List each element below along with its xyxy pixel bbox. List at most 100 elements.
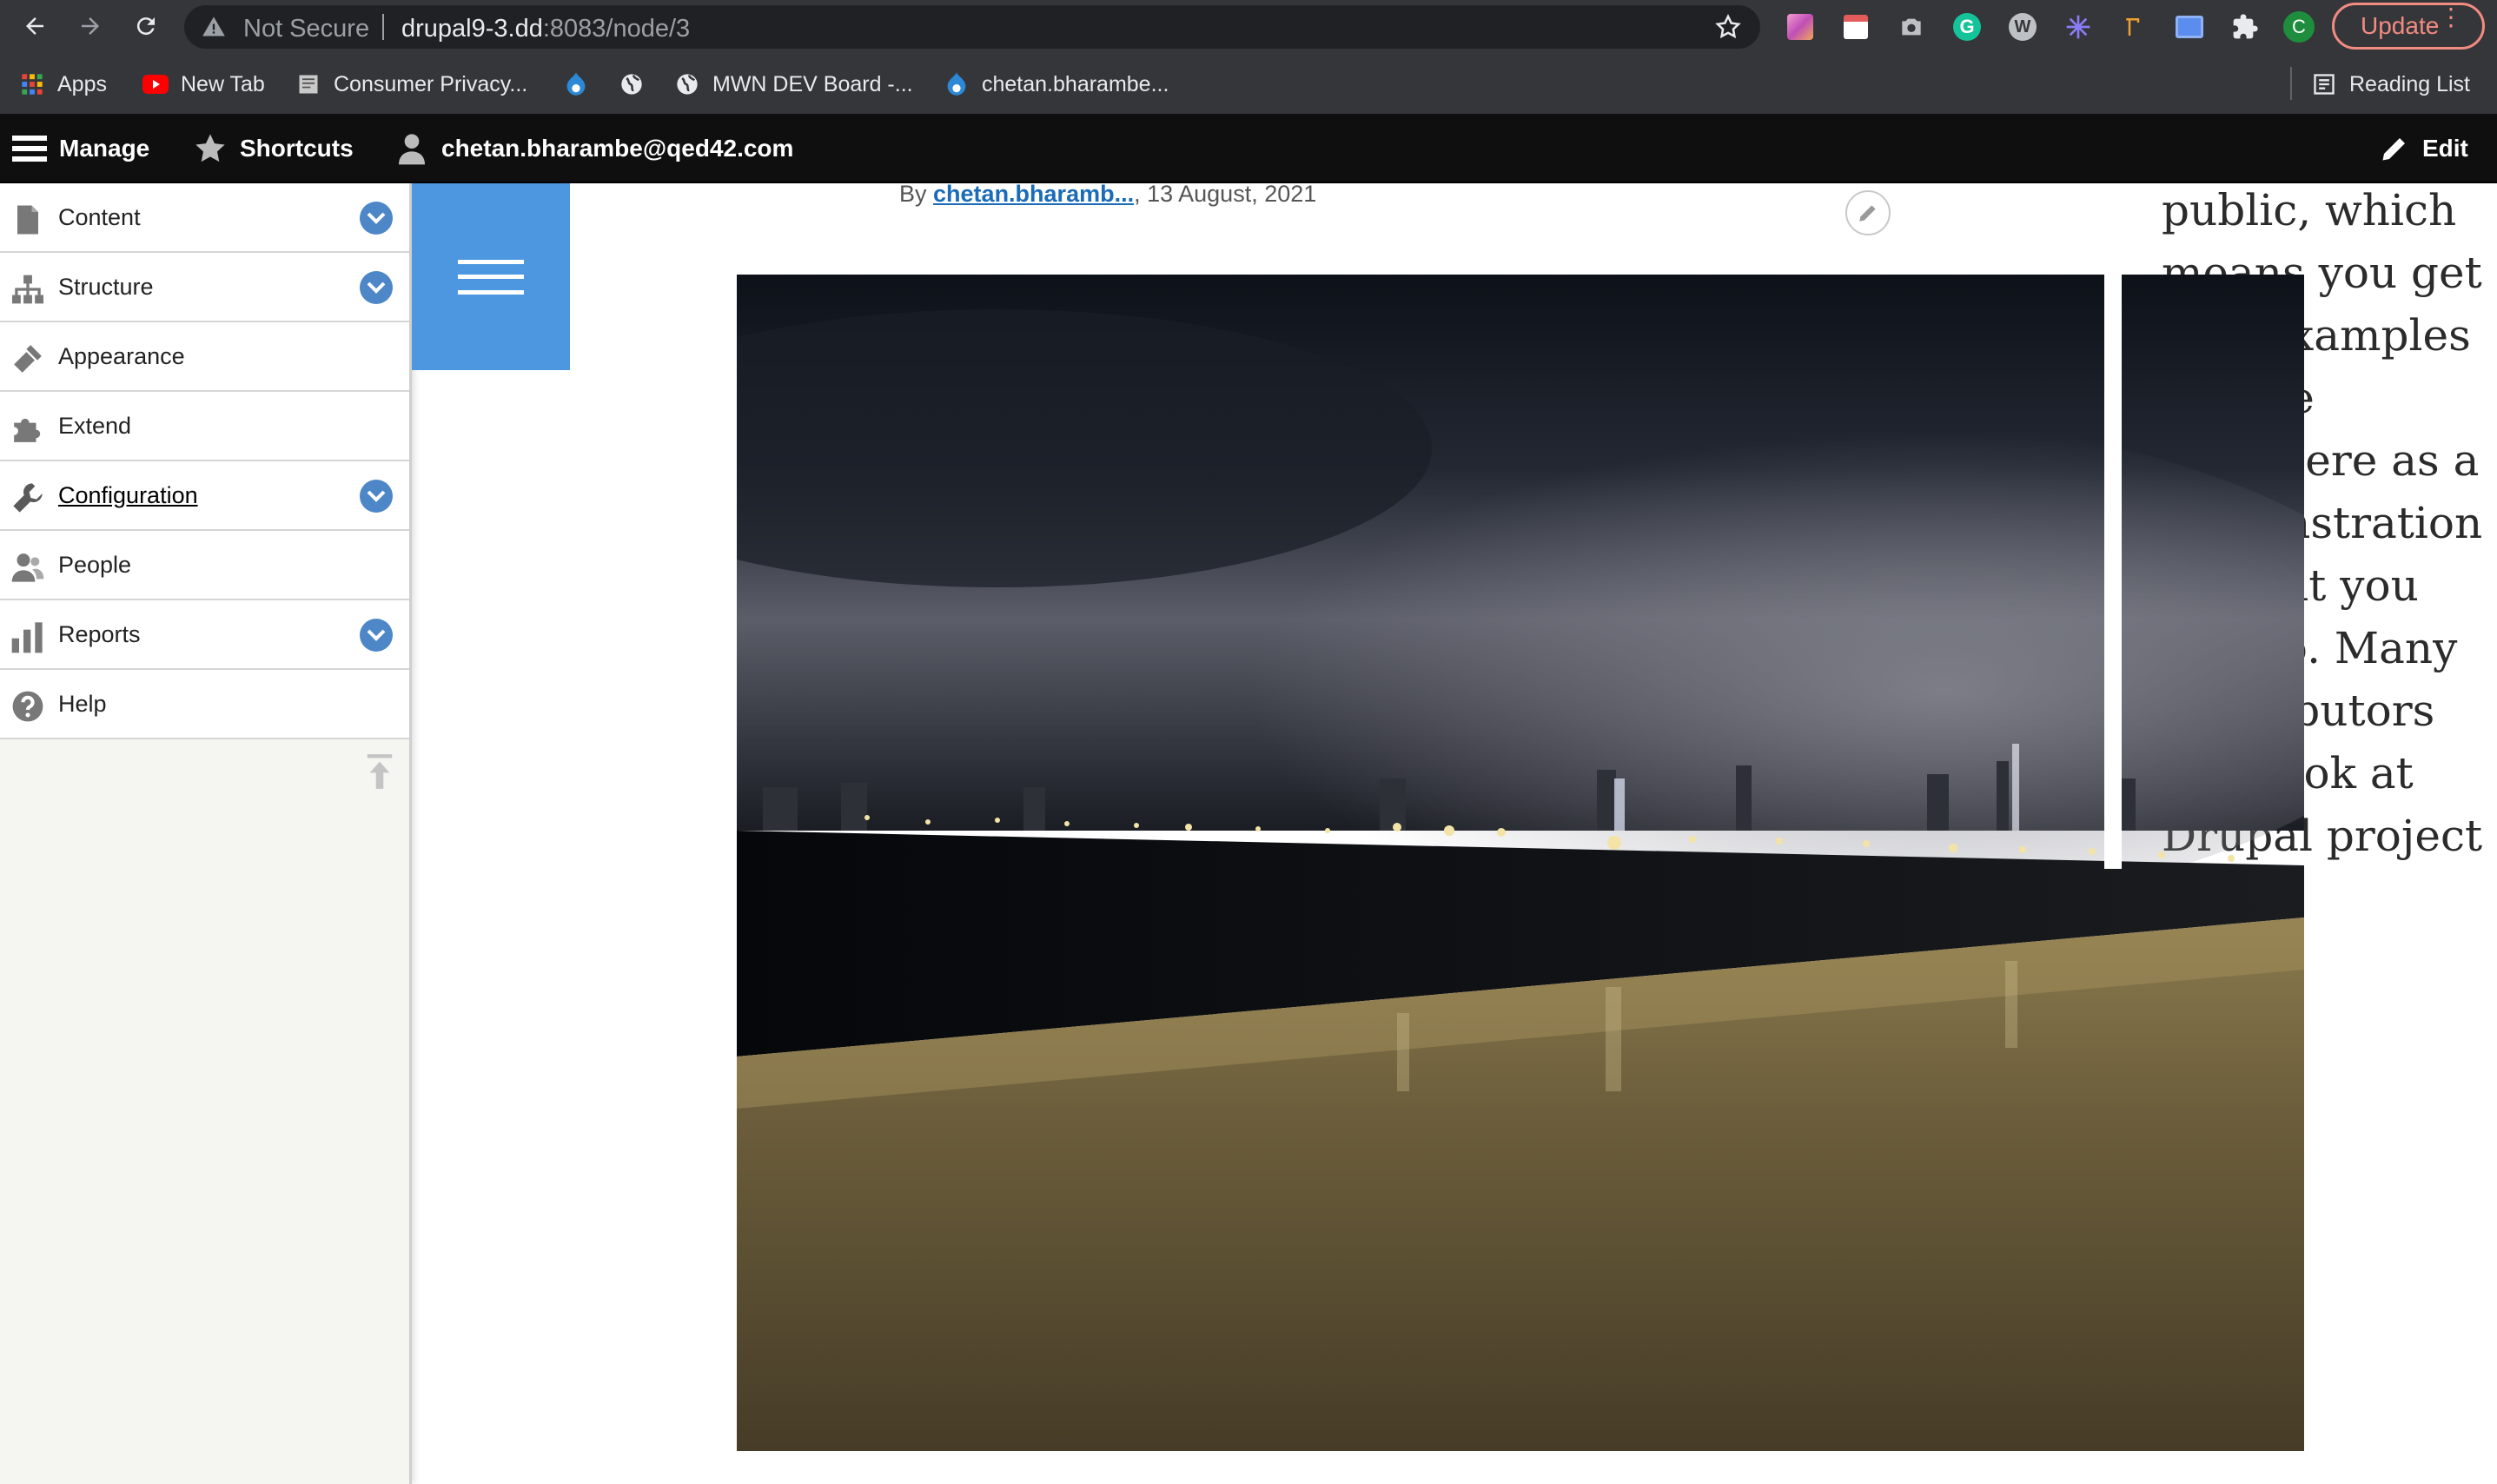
extension-window-icon[interactable] <box>2174 11 2205 43</box>
bookmark-label: Consumer Privacy... <box>334 71 528 96</box>
star-icon <box>193 131 228 166</box>
bookmark-consumer-privacy[interactable]: Consumer Privacy... <box>295 69 527 100</box>
byline-prefix: By <box>899 181 927 207</box>
menu-item-label: Configuration <box>58 481 198 508</box>
chevron-down-icon[interactable] <box>360 271 393 304</box>
divider <box>2290 67 2292 100</box>
page-menu-button[interactable] <box>412 183 570 370</box>
extension-calendar-icon[interactable] <box>1840 11 1871 43</box>
bookmark-mwn-dev-board[interactable]: MWN DEV Board -... <box>674 69 913 100</box>
bookmark-globe[interactable] <box>619 69 657 100</box>
menu-item-structure[interactable]: Structure <box>0 253 409 322</box>
chevron-down-icon[interactable] <box>360 480 393 513</box>
menu-item-people[interactable]: People <box>0 531 409 600</box>
people-icon <box>10 550 45 585</box>
menu-item-extend[interactable]: Extend <box>0 392 409 461</box>
text-line: public, which <box>2162 185 2457 235</box>
bookmark-label: Apps <box>57 71 107 96</box>
menu-item-label: Content <box>58 203 141 230</box>
author-link[interactable]: chetan.bharamb... <box>933 181 1134 207</box>
menu-item-label: Reports <box>58 620 141 647</box>
extend-icon <box>10 411 45 446</box>
grammarly-icon[interactable]: G <box>1951 11 1983 43</box>
globe-icon <box>619 71 645 97</box>
article-date: , 13 August, 2021 <box>1134 181 1317 207</box>
appearance-icon <box>10 341 45 376</box>
shortcuts-label: Shortcuts <box>240 135 354 162</box>
extension-gradient-icon[interactable] <box>1785 11 1816 43</box>
menu-item-configuration[interactable]: Configuration <box>0 461 409 531</box>
help-icon <box>10 689 45 724</box>
collapse-tray-icon[interactable] <box>365 752 394 795</box>
chevron-down-icon[interactable] <box>360 202 393 235</box>
bookmarks-bar: Apps New Tab Consumer Privacy... MWN DEV… <box>0 53 2497 114</box>
profile-initial: C <box>2283 11 2315 43</box>
bookmark-chetan[interactable]: chetan.bharambe... <box>944 69 1169 100</box>
toolbar-user[interactable]: chetan.bharambe@qed42.com <box>394 114 793 183</box>
bookmark-apps[interactable]: Apps <box>19 69 107 100</box>
hamburger-icon <box>458 259 524 295</box>
toolbar-shortcuts[interactable]: Shortcuts <box>193 114 354 183</box>
article-byline: By chetan.bharamb..., 13 August, 2021 <box>899 181 1316 208</box>
warning-triangle-icon <box>202 15 226 43</box>
reload-button[interactable] <box>127 7 165 45</box>
menu-item-label: Structure <box>58 273 154 300</box>
menu-item-appearance[interactable]: Appearance <box>0 322 409 392</box>
back-button[interactable] <box>16 7 54 45</box>
document-icon <box>295 71 321 97</box>
drupal-icon <box>563 71 589 97</box>
bookmark-star-icon[interactable] <box>1713 12 1743 46</box>
image-overlap-edge <box>2104 275 2122 869</box>
toolbar-manage[interactable]: Manage <box>12 114 149 183</box>
menu-item-content[interactable]: Content <box>0 183 409 253</box>
bookmark-label: chetan.bharambe... <box>982 71 1169 96</box>
extension-w-icon[interactable]: W <box>2007 11 2038 43</box>
contextual-edit-button[interactable] <box>1845 190 1891 235</box>
address-bar[interactable]: Not Secure drupal9-3.dd:8083/node/3 <box>184 5 1760 49</box>
url-host: drupal9-3.dd <box>401 15 543 43</box>
bookmark-label: New Tab <box>181 71 265 96</box>
browser-toolbar: Not Secure drupal9-3.dd:8083/node/3 G W … <box>0 0 2497 53</box>
url-path: :8083/node/3 <box>542 15 691 43</box>
update-button[interactable]: Update ⋮ <box>2332 3 2485 50</box>
edit-label: Edit <box>2422 135 2468 162</box>
kebab-menu-icon: ⋮ <box>2439 3 2463 30</box>
manage-label: Manage <box>59 135 150 162</box>
hamburger-icon <box>12 134 47 163</box>
pencil-icon <box>2379 133 2410 164</box>
back-arrow-icon <box>26 17 43 35</box>
configuration-icon <box>10 480 45 515</box>
youtube-icon <box>142 71 169 97</box>
reading-list-label: Reading List <box>2349 71 2470 96</box>
puzzle-extensions-icon[interactable] <box>2229 11 2261 43</box>
toolbar-edit[interactable]: Edit <box>2379 114 2468 183</box>
bookmark-label: MWN DEV Board -... <box>712 71 913 96</box>
bookmark-new-tab[interactable]: New Tab <box>142 69 265 100</box>
content-icon <box>10 202 45 237</box>
apps-grid-icon <box>19 71 45 97</box>
menu-item-label: People <box>58 551 132 578</box>
reading-list-button[interactable]: Reading List <box>2311 69 2470 100</box>
menu-item-label: Help <box>58 690 107 717</box>
user-icon <box>394 131 429 166</box>
structure-icon <box>10 272 45 307</box>
menu-item-reports[interactable]: Reports <box>0 600 409 670</box>
reading-list-icon <box>2311 71 2337 97</box>
extension-snowflake-icon[interactable] <box>2063 11 2094 43</box>
profile-avatar[interactable]: C <box>2283 11 2315 43</box>
menu-item-help[interactable]: Help <box>0 670 409 739</box>
extension-branch-icon[interactable] <box>2118 11 2149 43</box>
security-label[interactable]: Not Secure <box>243 15 369 43</box>
forward-arrow-icon <box>82 17 99 35</box>
url-text[interactable]: drupal9-3.dd:8083/node/3 <box>401 15 690 43</box>
reports-icon <box>10 619 45 654</box>
update-label: Update <box>2361 12 2440 39</box>
reload-icon <box>136 17 155 36</box>
forward-button[interactable] <box>71 7 109 45</box>
bookmark-drupal[interactable] <box>563 69 601 100</box>
admin-menu-tray: Content Structure Appearance Extend Conf… <box>0 183 412 1484</box>
menu-item-label: Appearance <box>58 342 185 369</box>
chevron-down-icon[interactable] <box>360 619 393 652</box>
divider <box>382 14 384 40</box>
camera-icon[interactable] <box>1896 11 1927 43</box>
